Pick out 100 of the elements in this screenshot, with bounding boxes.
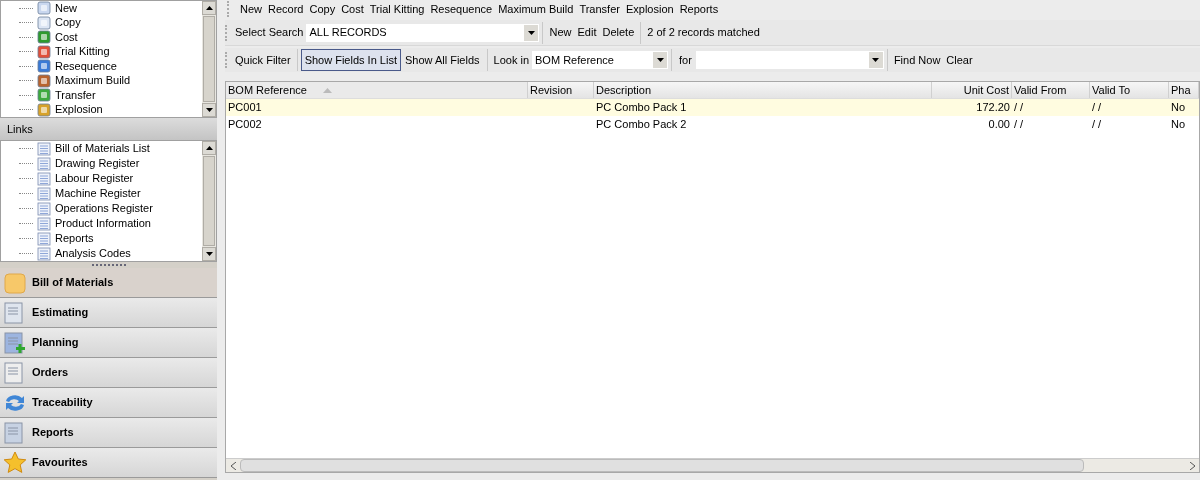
tree-item[interactable]: Copy: [55, 17, 81, 29]
list-icon: [37, 156, 51, 171]
horizontal-scrollbar[interactable]: [226, 458, 1199, 472]
scroll-up-icon[interactable]: [205, 146, 213, 150]
column-header[interactable]: Unit Cost: [932, 82, 1012, 98]
scrollbar[interactable]: [202, 1, 216, 117]
toolbar-button[interactable]: Clear: [943, 51, 976, 69]
toolbar-button[interactable]: Edit: [574, 24, 600, 41]
nav-button[interactable]: Traceability: [0, 388, 217, 418]
toolbar-button[interactable]: Delete: [599, 24, 638, 41]
list-icon: [37, 171, 51, 186]
tree-item[interactable]: Analysis Codes: [55, 248, 131, 259]
toggle-button[interactable]: Show All Fields: [400, 49, 484, 71]
nav-button[interactable]: Estimating: [0, 298, 217, 328]
scroll-down-icon[interactable]: [205, 252, 213, 256]
list-icon: [37, 141, 51, 156]
table-cell-text: PC001: [228, 100, 262, 116]
table-row[interactable]: PC001 PC Combo Pack 1 172.20 / / / / No: [226, 99, 1199, 116]
tree-item[interactable]: Transfer: [55, 89, 96, 101]
list-icon: [37, 216, 51, 231]
dropdown-arrow-icon: [656, 58, 664, 62]
list-icon: [37, 231, 51, 246]
document-icon: [3, 330, 27, 355]
nav-button[interactable]: Favourites: [0, 448, 217, 478]
star-icon: [3, 450, 27, 475]
look-in-select[interactable]: BOM Reference: [532, 51, 669, 69]
tree-item[interactable]: Maximum Build: [55, 75, 131, 87]
column-header[interactable]: Pha: [1169, 82, 1199, 98]
table-cell-text: / /: [1092, 100, 1102, 116]
tree-item[interactable]: Machine Register: [55, 188, 141, 199]
search-field[interactable]: [695, 51, 884, 69]
item-icon: [37, 88, 51, 103]
tree-item[interactable]: Drawing Register: [55, 158, 140, 169]
tree-item[interactable]: Labour Register: [55, 173, 134, 184]
for-label: for: [679, 52, 692, 68]
menu-item[interactable]: Trial Kitting: [369, 0, 425, 18]
tree-item[interactable]: Bill of Materials List: [55, 143, 150, 154]
sort-ascending-icon: [322, 87, 332, 93]
toolbar-button[interactable]: Quick Filter: [232, 51, 294, 69]
column-header[interactable]: Valid From: [1012, 82, 1090, 98]
menu-item[interactable]: Resequence: [430, 0, 493, 18]
menu-item[interactable]: Explosion: [625, 0, 674, 18]
section-title: Links: [7, 121, 33, 137]
list-icon: [37, 201, 51, 216]
nav-button[interactable]: Bill of Materials: [0, 268, 217, 298]
item-icon: [37, 73, 51, 88]
item-icon: [37, 44, 51, 59]
column-header[interactable]: BOM Reference: [226, 82, 528, 98]
tree-item[interactable]: Explosion: [55, 104, 103, 116]
list-icon: [37, 186, 51, 201]
table-cell-text: PC002: [228, 117, 262, 133]
menu-item[interactable]: Reports: [679, 0, 719, 18]
dropdown-arrow-icon: [872, 58, 880, 62]
dropdown-arrow-icon: [528, 30, 535, 35]
search-label: Select Search: [235, 25, 304, 41]
tree-item[interactable]: Cost: [55, 31, 78, 43]
scrollbar[interactable]: [202, 141, 216, 261]
tree-item[interactable]: Product Information: [55, 218, 151, 229]
toolbar-button[interactable]: Find Now: [890, 51, 944, 69]
table-cell-text: / /: [1014, 117, 1024, 133]
tree-item[interactable]: Reports: [55, 233, 94, 244]
look-in-label: Look in: [493, 52, 530, 68]
tree-item[interactable]: Trial Kitting: [55, 46, 110, 58]
tree-item[interactable]: Resequence: [55, 60, 117, 72]
nav-button[interactable]: Orders: [0, 358, 217, 388]
menu-item[interactable]: Maximum Build: [498, 0, 574, 18]
menu-item[interactable]: Cost: [341, 0, 364, 18]
column-header[interactable]: Description: [594, 82, 932, 98]
table-cell-text: 172.20: [976, 100, 1010, 116]
splitter-handle[interactable]: [91, 264, 126, 266]
item-icon: [37, 59, 51, 74]
item-icon: [37, 30, 51, 45]
table-cell-text: 0.00: [988, 117, 1010, 133]
table-cell-text: PC Combo Pack 1: [596, 100, 687, 116]
folder-icon: [3, 270, 27, 295]
menu-item[interactable]: Transfer: [579, 0, 620, 18]
scroll-left-icon[interactable]: [230, 461, 236, 470]
scroll-up-icon[interactable]: [205, 6, 213, 10]
list-icon: [37, 246, 51, 261]
menu-item[interactable]: Copy: [309, 0, 336, 18]
table-cell-text: PC Combo Pack 2: [596, 117, 687, 133]
scroll-right-icon[interactable]: [1189, 461, 1195, 470]
table-cell-text: / /: [1092, 117, 1102, 133]
column-header[interactable]: Revision: [528, 82, 594, 98]
toolbar-button[interactable]: New: [546, 24, 575, 41]
item-icon: [37, 15, 51, 30]
nav-button[interactable]: Reports: [0, 418, 217, 448]
table-cell-text: / /: [1014, 100, 1024, 116]
scroll-down-icon[interactable]: [205, 108, 213, 112]
table-cell-text: No: [1171, 100, 1186, 116]
menu-item[interactable]: New: [240, 0, 262, 18]
status-text: 2 of 2 records matched: [647, 25, 760, 41]
tree-item[interactable]: New: [55, 2, 77, 14]
nav-button[interactable]: Planning: [0, 328, 217, 358]
search-select[interactable]: ALL RECORDS: [306, 23, 540, 42]
toggle-button[interactable]: Show Fields In List: [300, 49, 401, 71]
menu-item[interactable]: Record: [268, 0, 304, 18]
column-header[interactable]: Valid To: [1090, 82, 1169, 98]
tree-item[interactable]: Operations Register: [55, 203, 153, 214]
table-cell-text: No: [1171, 117, 1186, 133]
